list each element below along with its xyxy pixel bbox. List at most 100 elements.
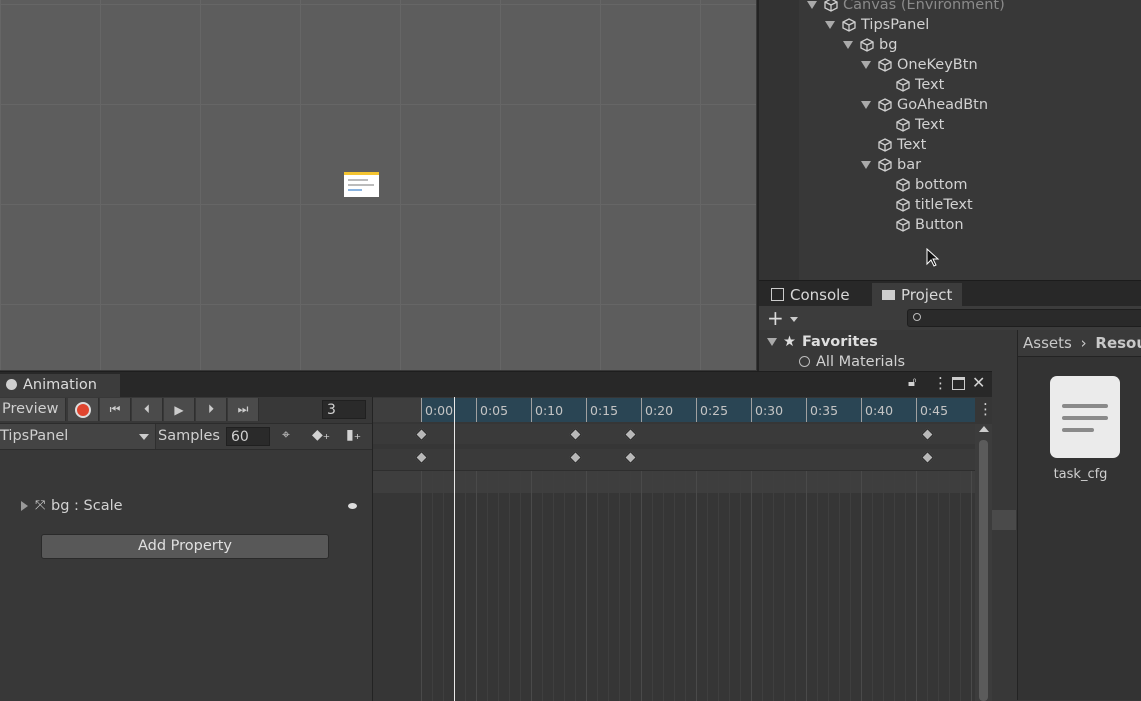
last-keyframe-icon: ⏭ [237, 402, 249, 416]
add-event-icon[interactable]: ▮₊ [346, 427, 361, 443]
hierarchy-item-label: Text [915, 77, 945, 93]
add-keyframe-icon[interactable]: ◆₊ [312, 427, 330, 443]
last-keyframe-button[interactable]: ⏭ [228, 398, 259, 421]
grid-line [443, 471, 444, 701]
gameobject-icon [878, 98, 892, 112]
scene-object-line [348, 184, 374, 186]
more-menu-icon[interactable]: ⋮ [933, 374, 948, 392]
first-keyframe-button[interactable]: ⏮ [100, 398, 131, 421]
grid-line [586, 471, 587, 701]
chevron-down-icon[interactable] [843, 41, 853, 49]
scrollbar-thumb[interactable] [979, 440, 988, 701]
keyframe-dot-icon[interactable] [348, 503, 357, 509]
star-icon: ★ [783, 334, 796, 350]
file-line [1062, 416, 1108, 420]
play-button[interactable]: ▶ [164, 398, 195, 421]
favorites-item[interactable]: ★ Favorites [767, 332, 878, 352]
grid-line [817, 471, 818, 701]
playhead[interactable] [454, 397, 455, 701]
ruler-tick: 0:00 [421, 398, 453, 422]
hierarchy-item[interactable]: Text [861, 135, 926, 155]
hierarchy-item[interactable]: Button [879, 215, 964, 235]
hierarchy-item-label: bg [879, 37, 898, 53]
breadcrumb-resources[interactable]: Resour [1095, 334, 1141, 352]
text-asset-icon[interactable] [1050, 376, 1120, 458]
more-menu-icon[interactable]: ⋮ [978, 400, 992, 418]
chevron-down-icon[interactable] [825, 21, 835, 29]
tab-project[interactable]: Project [872, 283, 963, 307]
ruler-tick: 0:40 [861, 398, 893, 422]
favorites-label: Favorites [802, 334, 878, 350]
grid-line [872, 471, 873, 701]
grid-line [674, 471, 675, 701]
transform-icon: ⤧ [35, 498, 46, 513]
snap-icon[interactable]: ⌖ [282, 427, 290, 443]
hierarchy-item[interactable]: titleText [879, 195, 973, 215]
event-row[interactable] [373, 424, 975, 444]
close-icon[interactable]: ✕ [972, 373, 985, 392]
hierarchy-item[interactable]: OneKeyBtn [861, 55, 978, 75]
samples-input[interactable]: 60 [226, 427, 270, 446]
hierarchy-item[interactable]: bg [843, 35, 897, 55]
tab-animation-label: Animation [23, 377, 97, 393]
next-keyframe-button[interactable]: ⏵ [196, 398, 227, 421]
grid-line [421, 471, 422, 701]
hierarchy-item[interactable]: Text [879, 115, 944, 135]
grid-line [784, 471, 785, 701]
hierarchy-item[interactable]: bottom [879, 175, 967, 195]
grid-line [795, 471, 796, 701]
property-row[interactable]: ⤧ bg : Scale [0, 494, 372, 518]
preview-button[interactable]: Preview [0, 398, 66, 421]
chevron-down-icon[interactable] [861, 61, 871, 69]
grid-line [619, 471, 620, 701]
maximize-icon[interactable] [952, 377, 965, 390]
gameobject-icon [878, 58, 892, 72]
project-toolbar: + [759, 306, 1141, 331]
hierarchy-item[interactable]: bar [861, 155, 921, 175]
grid-line [839, 471, 840, 701]
hierarchy-panel: Canvas (Environment) TipsPanel bg OneKeyBtn… [757, 0, 1141, 280]
add-property-button[interactable]: Add Property [41, 534, 329, 559]
hierarchy-item[interactable]: GoAheadBtn [861, 95, 988, 115]
create-button[interactable]: + [767, 306, 799, 330]
clip-name: TipsPanel [0, 428, 69, 444]
grid-line [806, 471, 807, 701]
gameobject-icon [896, 178, 910, 192]
hierarchy-item[interactable]: TipsPanel [825, 15, 929, 35]
lock-icon[interactable]: 🔓︎ [908, 375, 916, 390]
tab-console[interactable]: Console [761, 283, 860, 307]
breadcrumb: Assets › Resour [1018, 330, 1141, 357]
asset-name-label[interactable]: task_cfg [1018, 467, 1141, 482]
chevron-down-icon[interactable] [807, 1, 817, 9]
hierarchy-item[interactable]: Canvas (Environment) [807, 0, 1005, 15]
grid-line [960, 471, 961, 701]
dopesheet-timeline[interactable]: 0:00 0:05 0:10 0:15 0:20 0:25 0:30 0:35 0:40 0:45… [373, 397, 992, 701]
frame-input[interactable]: 3 [322, 400, 366, 419]
tab-animation[interactable]: Animation [0, 374, 120, 397]
hierarchy-item-label: TipsPanel [861, 17, 930, 33]
play-icon: ▶ [174, 402, 184, 417]
first-keyframe-icon: ⏮ [109, 402, 121, 416]
breadcrumb-assets[interactable]: Assets [1023, 334, 1072, 352]
hierarchy-item-label: Text [897, 137, 927, 153]
grid-line [762, 471, 763, 701]
timeline-scrollbar[interactable] [975, 424, 992, 701]
summary-row[interactable] [373, 449, 975, 471]
search-input[interactable] [907, 309, 1141, 327]
hierarchy-item[interactable]: Text [879, 75, 944, 95]
grid-line [520, 471, 521, 701]
all-materials-item[interactable]: All Materials [799, 352, 905, 372]
hierarchy-item-label: Text [915, 117, 945, 133]
scene-view[interactable] [0, 0, 756, 370]
record-button[interactable] [68, 398, 99, 421]
chevron-down-icon[interactable] [861, 161, 871, 169]
previous-keyframe-button[interactable]: ⏴ [132, 398, 163, 421]
chevron-down-icon[interactable] [861, 101, 871, 109]
grid-line [597, 471, 598, 701]
grid-line [927, 471, 928, 701]
time-ruler[interactable]: 0:00 0:05 0:10 0:15 0:20 0:25 0:30 0:35 0:40 0:45 [373, 398, 975, 422]
grid-line [971, 471, 972, 701]
clip-dropdown[interactable]: TipsPanel [0, 424, 156, 449]
scene-ui-object[interactable] [344, 172, 379, 197]
gameobject-icon [896, 78, 910, 92]
